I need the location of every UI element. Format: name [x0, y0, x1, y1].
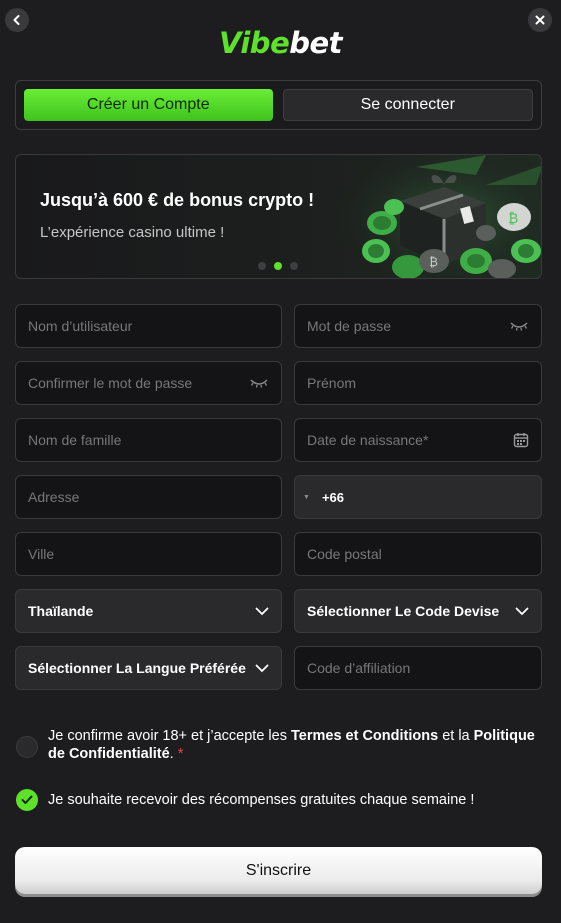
- currency-select[interactable]: Sélectionner Le Code Devise: [294, 589, 542, 633]
- slide-dot[interactable]: [258, 262, 266, 270]
- postal-code-field[interactable]: Code postal: [294, 532, 542, 576]
- rewards-consent: Je souhaite recevoir des récompenses gra…: [16, 789, 536, 811]
- tab-register[interactable]: Créer un Compte: [24, 89, 273, 121]
- slide-dot-active[interactable]: [274, 262, 282, 270]
- eye-closed-icon[interactable]: [249, 377, 269, 389]
- phone-code: +66: [321, 489, 344, 505]
- auth-tabs: Créer un Compte Se connecter: [15, 80, 542, 130]
- crypto-gift-illustration: ₿ ₿: [336, 155, 541, 278]
- svg-text:₿: ₿: [429, 255, 438, 269]
- slide-indicators: [258, 262, 298, 270]
- close-icon: [535, 15, 545, 25]
- required-mark: *: [177, 746, 184, 762]
- close-button[interactable]: [528, 8, 552, 32]
- city-field[interactable]: Ville: [15, 532, 282, 576]
- password-field[interactable]: Mot de passe: [294, 304, 542, 348]
- first-name-field[interactable]: Prénom: [294, 361, 542, 405]
- terms-consent: Je confirme avoir 18+ et j’accepte les T…: [16, 727, 536, 763]
- country-select[interactable]: Thaïlande: [15, 589, 282, 633]
- tab-login[interactable]: Se connecter: [282, 89, 533, 121]
- last-name-field[interactable]: Nom de famille: [15, 418, 282, 462]
- language-select[interactable]: Sélectionner La Langue Préférée: [15, 646, 282, 690]
- affiliate-code-field[interactable]: Code d’affiliation: [294, 646, 542, 690]
- phone-field[interactable]: ▼ +66: [294, 475, 542, 519]
- check-icon: [21, 795, 33, 804]
- slide-dot[interactable]: [290, 262, 298, 270]
- banner-subtitle: L’expérience casino ultime !: [40, 224, 225, 241]
- terms-checkbox[interactable]: [16, 736, 38, 758]
- address-field[interactable]: Adresse: [15, 475, 282, 519]
- chevron-down-icon: [255, 664, 269, 673]
- chevron-left-icon: [13, 15, 20, 25]
- rewards-text: Je souhaite recevoir des récompenses gra…: [48, 792, 475, 808]
- terms-link[interactable]: Termes et Conditions: [291, 728, 438, 744]
- calendar-icon[interactable]: [513, 432, 529, 448]
- chevron-down-icon: [255, 607, 269, 616]
- svg-text:₿: ₿: [508, 211, 518, 227]
- terms-text: Je confirme avoir 18+ et j’accepte les T…: [48, 728, 535, 762]
- confirm-password-field[interactable]: Confirmer le mot de passe: [15, 361, 282, 405]
- eye-closed-icon[interactable]: [509, 320, 529, 332]
- rewards-checkbox[interactable]: [16, 789, 38, 811]
- username-field[interactable]: Nom d’utilisateur: [15, 304, 282, 348]
- vibebet-logo: Vibebet: [218, 26, 343, 60]
- signup-button[interactable]: S'inscrire: [15, 847, 542, 894]
- country-code-dropdown-icon[interactable]: ▼: [303, 494, 310, 501]
- promo-banner[interactable]: Jusqu’à 600 € de bonus crypto ! L’expéri…: [15, 154, 542, 279]
- chevron-down-icon: [515, 607, 529, 616]
- birth-date-field[interactable]: Date de naissance*: [294, 418, 542, 462]
- banner-title: Jusqu’à 600 € de bonus crypto !: [40, 190, 315, 210]
